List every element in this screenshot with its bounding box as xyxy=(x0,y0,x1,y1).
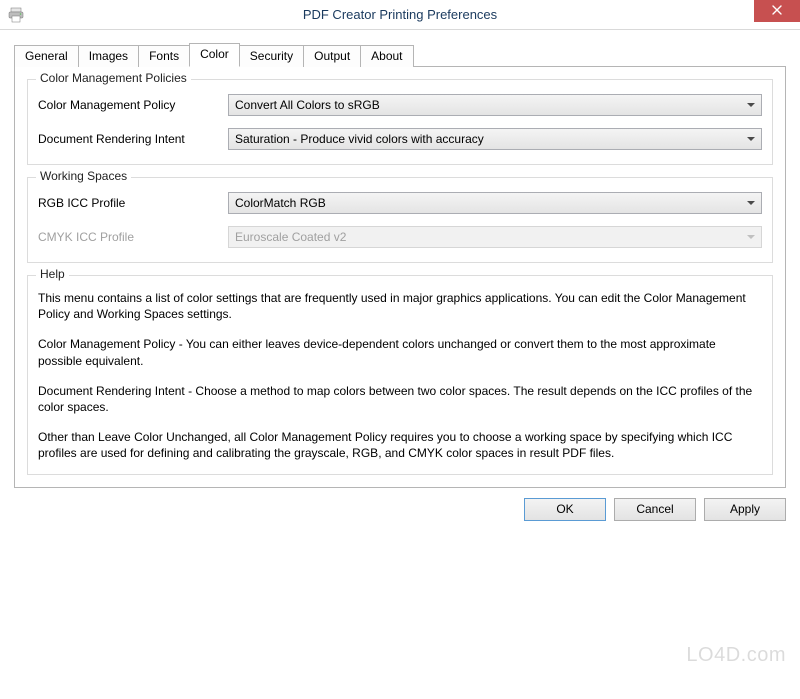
tab-images[interactable]: Images xyxy=(78,45,139,67)
tab-output[interactable]: Output xyxy=(303,45,361,67)
printer-icon xyxy=(8,7,24,23)
select-rgb-icc-profile[interactable]: ColorMatch RGB xyxy=(228,192,762,214)
ok-button[interactable]: OK xyxy=(524,498,606,521)
chevron-down-icon xyxy=(747,103,755,107)
tab-color[interactable]: Color xyxy=(189,43,240,67)
dialog-body: General Images Fonts Color Security Outp… xyxy=(0,30,800,488)
close-button[interactable] xyxy=(754,0,800,22)
select-cmyk-icc-profile: Euroscale Coated v2 xyxy=(228,226,762,248)
help-paragraph-4: Other than Leave Color Unchanged, all Co… xyxy=(38,429,762,461)
watermark: LO4D.com xyxy=(686,644,786,667)
select-color-management-policy-value: Convert All Colors to sRGB xyxy=(235,98,380,112)
close-icon xyxy=(772,4,782,18)
chevron-down-icon xyxy=(747,201,755,205)
group-working-spaces: Working Spaces RGB ICC Profile ColorMatc… xyxy=(27,177,773,263)
help-text: This menu contains a list of color setti… xyxy=(38,290,762,462)
tab-about[interactable]: About xyxy=(360,45,413,67)
group-help: Help This menu contains a list of color … xyxy=(27,275,773,475)
help-paragraph-2: Color Management Policy - You can either… xyxy=(38,336,762,368)
help-paragraph-3: Document Rendering Intent - Choose a met… xyxy=(38,383,762,415)
select-cmyk-icc-profile-value: Euroscale Coated v2 xyxy=(235,230,346,244)
tab-strip: General Images Fonts Color Security Outp… xyxy=(14,42,786,66)
legend-help: Help xyxy=(36,267,69,281)
tab-fonts[interactable]: Fonts xyxy=(138,45,190,67)
label-document-rendering-intent: Document Rendering Intent xyxy=(38,132,228,146)
chevron-down-icon xyxy=(747,235,755,239)
chevron-down-icon xyxy=(747,137,755,141)
tab-security[interactable]: Security xyxy=(239,45,304,67)
label-rgb-icc-profile: RGB ICC Profile xyxy=(38,196,228,210)
legend-color-management-policies: Color Management Policies xyxy=(36,71,191,85)
apply-button[interactable]: Apply xyxy=(704,498,786,521)
row-color-management-policy: Color Management Policy Convert All Colo… xyxy=(38,94,762,116)
window-title: PDF Creator Printing Preferences xyxy=(0,7,800,22)
title-bar: PDF Creator Printing Preferences xyxy=(0,0,800,30)
label-cmyk-icc-profile: CMYK ICC Profile xyxy=(38,230,228,244)
help-paragraph-1: This menu contains a list of color setti… xyxy=(38,290,762,322)
label-color-management-policy: Color Management Policy xyxy=(38,98,228,112)
row-document-rendering-intent: Document Rendering Intent Saturation - P… xyxy=(38,128,762,150)
select-document-rendering-intent[interactable]: Saturation - Produce vivid colors with a… xyxy=(228,128,762,150)
cancel-button[interactable]: Cancel xyxy=(614,498,696,521)
select-document-rendering-intent-value: Saturation - Produce vivid colors with a… xyxy=(235,132,484,146)
row-cmyk-icc-profile: CMYK ICC Profile Euroscale Coated v2 xyxy=(38,226,762,248)
select-color-management-policy[interactable]: Convert All Colors to sRGB xyxy=(228,94,762,116)
legend-working-spaces: Working Spaces xyxy=(36,169,131,183)
tab-panel-color: Color Management Policies Color Manageme… xyxy=(14,66,786,488)
dialog-button-row: OK Cancel Apply xyxy=(0,488,800,533)
group-color-management-policies: Color Management Policies Color Manageme… xyxy=(27,79,773,165)
row-rgb-icc-profile: RGB ICC Profile ColorMatch RGB xyxy=(38,192,762,214)
select-rgb-icc-profile-value: ColorMatch RGB xyxy=(235,196,326,210)
tab-general[interactable]: General xyxy=(14,45,79,67)
